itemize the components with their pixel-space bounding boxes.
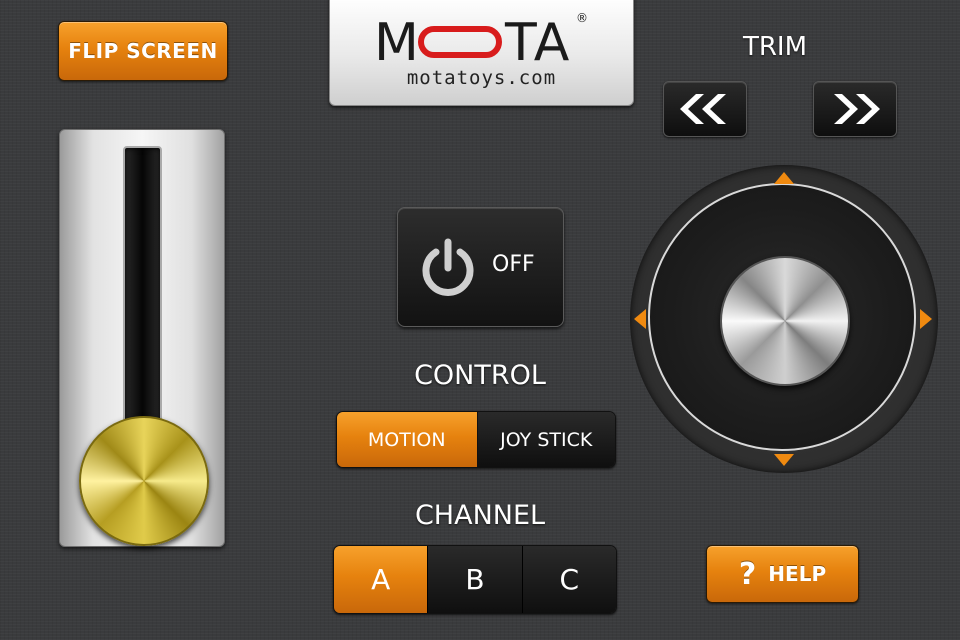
trim-right-button[interactable] [813, 81, 897, 137]
channel-label: CHANNEL [414, 500, 546, 531]
help-label: HELP [768, 562, 827, 586]
help-button[interactable]: ? HELP [706, 545, 859, 603]
channel-option-c[interactable]: C [522, 546, 616, 613]
joystick-knob[interactable] [720, 256, 850, 386]
power-button[interactable]: OFF [397, 207, 564, 327]
channel-option-b[interactable]: B [428, 546, 523, 613]
logo-brand-right: TA [505, 13, 571, 73]
channel-option-a[interactable]: A [334, 546, 429, 613]
logo-registered-mark: ® [576, 11, 588, 25]
joystick-arrow-up-icon [774, 172, 794, 184]
power-icon [422, 238, 474, 296]
double-chevron-right-icon [834, 94, 880, 124]
power-status-label: OFF [492, 252, 535, 277]
trim-label: TRIM [742, 32, 808, 62]
logo-red-o-shape [418, 26, 502, 58]
joystick-arrow-right-icon [920, 309, 932, 329]
channel-segmented: A B C [333, 545, 617, 614]
control-option-joystick[interactable]: JOY STICK [477, 412, 615, 467]
control-label: CONTROL [414, 360, 546, 391]
logo-url: motatoys.com [406, 67, 557, 89]
control-mode-segmented: MOTION JOY STICK [336, 411, 616, 468]
throttle-slider-thumb[interactable] [79, 416, 209, 546]
joystick-arrow-down-icon [774, 454, 794, 466]
joystick-arrow-left-icon [634, 309, 646, 329]
control-option-motion[interactable]: MOTION [337, 412, 478, 467]
help-icon: ? [738, 556, 757, 592]
double-chevron-left-icon [680, 94, 726, 124]
logo-brand-left: M [374, 13, 420, 73]
flip-screen-button[interactable]: FLIP SCREEN [58, 21, 228, 81]
mota-logo: M TA ® motatoys.com [329, 0, 634, 106]
trim-left-button[interactable] [663, 81, 747, 137]
